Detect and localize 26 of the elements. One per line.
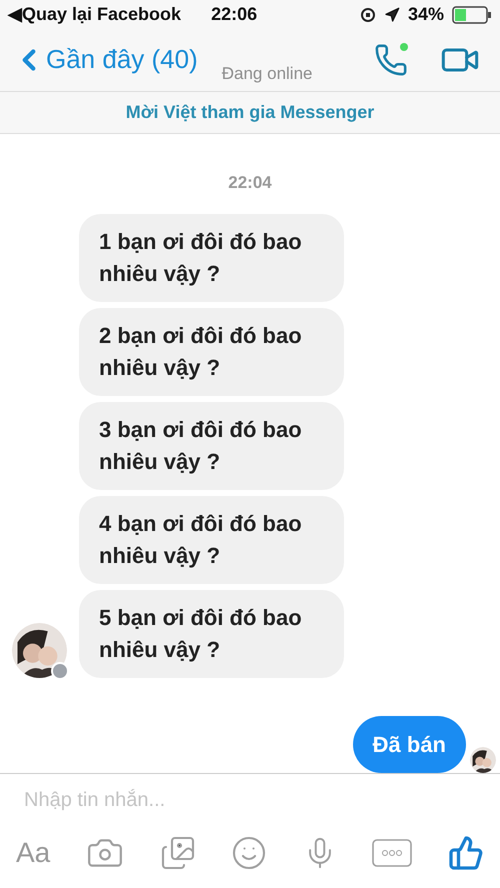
more-icon[interactable] <box>372 838 412 867</box>
location-icon <box>384 6 400 22</box>
message-bubble: 1 bạn ơi đôi đó bao nhiêu vậy ? <box>79 214 344 302</box>
presence-status: Đang online <box>222 63 312 86</box>
timestamp: 22:04 <box>228 172 272 194</box>
battery-percent: 34% <box>408 3 444 26</box>
avatar <box>470 746 496 773</box>
invite-banner[interactable]: Mời Việt tham gia Messenger <box>0 90 500 134</box>
messenger-badge-icon <box>51 662 69 680</box>
message-bubble: Đã bán <box>352 716 466 773</box>
message-bubble: 2 bạn ơi đôi đó bao nhiêu vậy ? <box>79 308 344 396</box>
message-bubble: 5 bạn ơi đôi đó bao nhiêu vậy ? <box>79 590 344 678</box>
avatar <box>12 622 67 678</box>
message-bubble: 3 bạn ơi đôi đó bao nhiêu vậy ? <box>79 402 344 490</box>
clock: 22:06 <box>211 3 258 26</box>
text-format-button[interactable]: Aa <box>16 832 50 874</box>
like-icon[interactable] <box>448 834 484 871</box>
message-bubble: 4 bạn ơi đôi đó bao nhiêu vậy ? <box>79 496 344 584</box>
back-to-app-link[interactable]: ◀Quay lại Facebook <box>8 1 182 28</box>
gallery-icon[interactable] <box>160 834 196 871</box>
rotation-lock-icon <box>360 6 376 22</box>
battery-icon <box>452 6 492 24</box>
phone-icon[interactable] <box>374 42 408 77</box>
back-button[interactable]: Gần đây (40) <box>12 40 198 80</box>
message-input[interactable]: Nhập tin nhắn... <box>24 784 476 815</box>
emoji-icon[interactable] <box>231 834 268 871</box>
